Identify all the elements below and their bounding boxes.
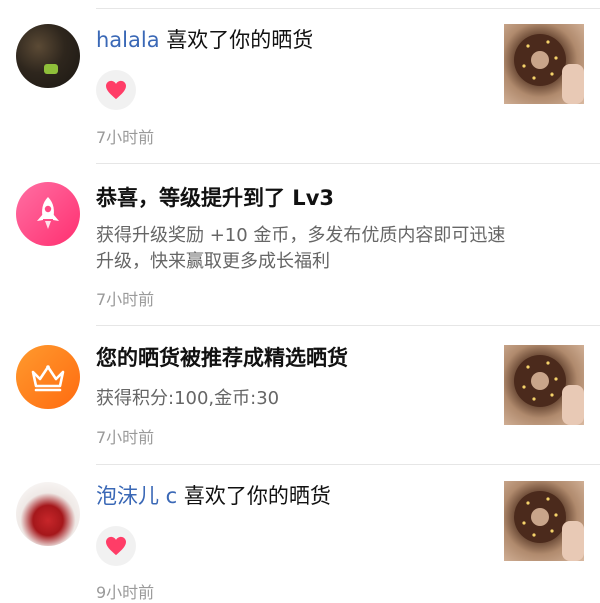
post-thumbnail[interactable] [504,481,584,561]
like-button[interactable] [96,70,136,110]
heart-icon [106,80,126,100]
notification-title: 恭喜，等级提升到了 Lv3 [96,186,334,210]
avatar[interactable] [16,24,80,88]
divider [96,464,600,465]
top-divider [96,8,600,9]
timestamp: 7小时前 [96,128,155,147]
donut-photo [514,355,584,425]
action-text: 喜欢了你的晒货 [177,484,331,508]
timestamp: 7小时前 [96,290,155,309]
post-thumbnail[interactable] [504,24,584,104]
notification-title: halala 喜欢了你的晒货 [96,26,313,54]
crown-icon [31,365,65,392]
donut-photo [514,491,584,561]
avatar[interactable] [16,482,80,546]
donut-photo [514,34,584,104]
action-text: 喜欢了你的晒货 [159,28,314,52]
divider [96,163,600,164]
crown-avatar [16,345,80,409]
notification-body: 获得积分:100,金币:30 [96,388,280,409]
rocket-icon [37,197,59,229]
notification-title: 泡沫儿 c 喜欢了你的晒货 [96,482,331,510]
divider [96,325,600,326]
username-link[interactable]: 泡沫儿 c [96,484,177,508]
timestamp: 7小时前 [96,428,155,447]
like-button[interactable] [96,526,136,566]
notification-title: 您的晒货被推荐成精选晒货 [96,346,348,370]
notification-body: 获得升级奖励 +10 金币，多发布优质内容即可迅速升级，快来赢取更多成长福利 [96,225,506,272]
username-link[interactable]: halala [96,28,160,52]
rocket-avatar [16,182,80,246]
post-thumbnail[interactable] [504,345,584,425]
heart-icon [106,536,126,556]
timestamp: 9小时前 [96,583,155,602]
